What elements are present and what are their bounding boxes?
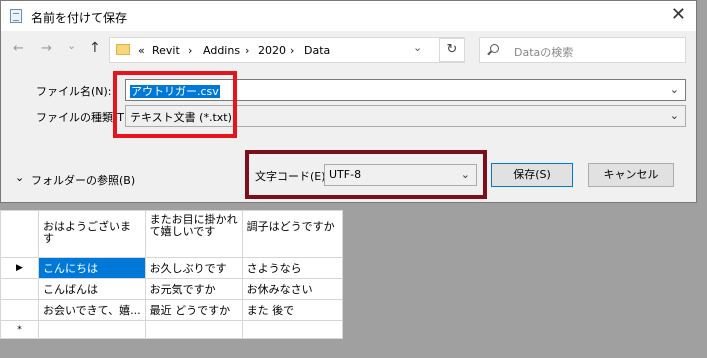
column-header[interactable]: 調子はどうですか — [241, 210, 343, 258]
breadcrumb-2020[interactable]: 2020 — [258, 44, 286, 57]
address-history-chevron-icon[interactable]: ⌄ — [413, 41, 422, 54]
browse-folders-toggle[interactable]: フォルダーの参照(B) — [31, 172, 135, 188]
grid-corner-header[interactable] — [0, 210, 39, 258]
column-header[interactable]: おはようございます — [38, 210, 146, 258]
recent-locations-chevron-icon[interactable]: ⌄ — [67, 39, 76, 52]
breadcrumb-revit[interactable]: Revit — [152, 44, 180, 57]
grid-header-row: おはようございます またお目に掛かれて嬉しいです 調子はどうですか — [0, 210, 343, 258]
table-row[interactable]: こんばんは お元気ですか お休みなさい — [0, 278, 343, 300]
breadcrumb-separator[interactable]: › — [188, 44, 192, 57]
grid-cell[interactable]: 最近 どうですか — [144, 299, 243, 321]
grid-cell[interactable]: お元気ですか — [144, 278, 243, 300]
back-arrow-icon[interactable]: ← — [13, 41, 24, 56]
search-box[interactable]: Dataの検索 — [479, 37, 686, 63]
notepad-icon — [10, 9, 22, 23]
breadcrumb-data[interactable]: Data — [304, 44, 330, 57]
highlight-box-filename — [113, 71, 237, 138]
grid-cell[interactable]: お久しぶりです — [144, 257, 243, 279]
new-row-asterisk-icon[interactable]: * — [0, 320, 39, 339]
breadcrumb-separator[interactable]: › — [245, 44, 249, 57]
search-placeholder: Dataの検索 — [514, 46, 574, 59]
new-row[interactable]: * — [0, 320, 343, 339]
dialog-title: 名前を付けて保存 — [31, 11, 128, 25]
row-header[interactable] — [0, 278, 39, 300]
save-button[interactable]: 保存(S) — [491, 163, 573, 187]
row-header[interactable] — [0, 299, 39, 321]
grid-cell[interactable]: また 後で — [241, 299, 343, 321]
save-as-dialog: 名前を付けて保存 ✕ ← → ⌄ ↑ « Revit › Addins › 20… — [0, 0, 697, 203]
chevron-down-icon[interactable]: ⌄ — [670, 83, 679, 96]
grid-cell[interactable]: こんにちは — [38, 257, 146, 279]
address-bar[interactable]: « Revit › Addins › 2020 › Data — [109, 37, 465, 63]
breadcrumb-addins[interactable]: Addins — [203, 44, 240, 57]
browse-folders-chevron-icon[interactable]: ⌄ — [15, 171, 24, 184]
table-row[interactable]: ▶ こんにちは お久しぶりです さようなら — [0, 257, 343, 279]
filename-label: ファイル名(N): — [36, 85, 112, 98]
grid-cell[interactable] — [144, 320, 243, 339]
cancel-button[interactable]: キャンセル — [588, 163, 674, 187]
grid-cell[interactable] — [241, 320, 343, 339]
chevron-down-icon[interactable]: ⌄ — [670, 109, 679, 122]
breadcrumb-separator[interactable]: › — [290, 44, 294, 57]
folder-icon — [116, 44, 130, 55]
title-bar: 名前を付けて保存 ✕ — [1, 1, 696, 31]
grid-cell[interactable]: お会いできて、嬉... — [38, 299, 146, 321]
current-row-arrow-icon[interactable]: ▶ — [0, 257, 39, 279]
refresh-icon[interactable]: ↻ — [439, 38, 465, 62]
grid-cell[interactable]: こんばんは — [38, 278, 146, 300]
forward-arrow-icon[interactable]: → — [41, 41, 52, 56]
breadcrumb-overflow-icon[interactable]: « — [138, 44, 145, 57]
grid-cell[interactable]: お休みなさい — [241, 278, 343, 300]
grid-cell[interactable] — [38, 320, 146, 339]
close-icon[interactable]: ✕ — [671, 4, 686, 25]
search-icon — [490, 44, 499, 53]
column-header[interactable]: またお目に掛かれて嬉しいです — [144, 210, 243, 258]
grid-cell[interactable]: さようなら — [241, 257, 343, 279]
up-arrow-icon[interactable]: ↑ — [89, 40, 101, 56]
data-grid: おはようございます またお目に掛かれて嬉しいです 調子はどうですか ▶ こんにち… — [0, 210, 343, 339]
table-row[interactable]: お会いできて、嬉... 最近 どうですか また 後で — [0, 299, 343, 321]
highlight-box-encoding — [245, 150, 487, 199]
